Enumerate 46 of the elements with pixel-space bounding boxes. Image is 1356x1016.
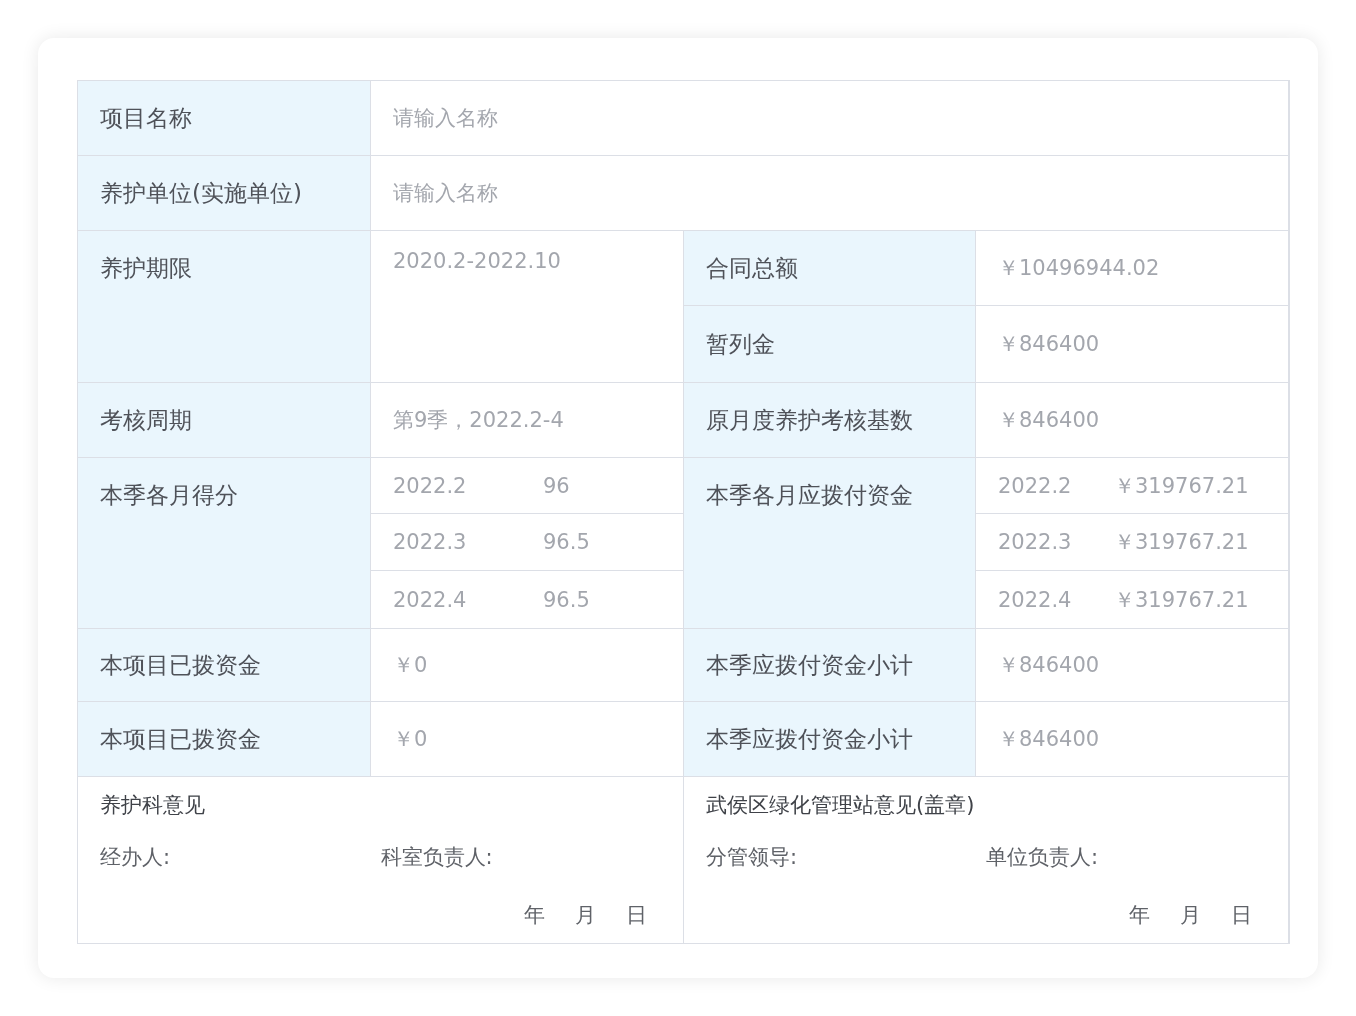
field-label: 本季各月应拨付资金 [684, 458, 975, 628]
score-text: 96.5 [543, 530, 590, 554]
field-label: 暂列金 [684, 306, 975, 382]
field-label: 养护单位(实施单位) [78, 156, 370, 230]
date-label: 月 [1180, 902, 1201, 929]
date-label: 年 [1129, 902, 1150, 929]
date-label: 年 [524, 902, 545, 929]
field-value: ￥10496944.02 [976, 231, 1288, 305]
field-label: 本季应拨付资金小计 [684, 702, 975, 776]
field-value: ￥846400 [976, 306, 1288, 382]
opinion-title: 武侯区绿化管理站意见(盖章) [706, 792, 976, 819]
opinion-title: 养护科意见 [100, 792, 206, 819]
field-value: ￥846400 [976, 629, 1288, 701]
date-label: 月 [575, 902, 596, 929]
amount-text: ￥319767.21 [1114, 529, 1249, 556]
signer-label: 单位负责人: [986, 844, 1100, 871]
field-value: ￥0 [371, 629, 683, 701]
signer-label: 分管领导: [706, 844, 799, 871]
field-label: 考核周期 [78, 383, 370, 457]
field-label: 本项目已拨资金 [78, 702, 370, 776]
field-value: ￥0 [371, 702, 683, 776]
field-value: 第9季，2022.2-4 [371, 383, 683, 457]
field-label: 合同总额 [684, 231, 975, 305]
month-text: 2022.2 [998, 473, 1073, 498]
field-label: 项目名称 [78, 81, 370, 155]
field-label: 本季各月得分 [78, 458, 370, 628]
date-label: 日 [626, 902, 647, 929]
field-value: ￥846400 [976, 702, 1288, 776]
amount-text: ￥319767.21 [1114, 472, 1249, 500]
score-text: 96.5 [543, 587, 590, 612]
signer-label: 经办人: [100, 844, 172, 871]
field-value: 2020.2-2022.10 [371, 231, 683, 382]
field-value: ￥846400 [976, 383, 1288, 457]
field-label: 本项目已拨资金 [78, 629, 370, 701]
field-label: 原月度养护考核基数 [684, 383, 975, 457]
signer-label: 科室负责人: [380, 844, 494, 871]
field-label: 养护期限 [78, 231, 370, 382]
month-text: 2022.3 [393, 530, 468, 554]
month-text: 2022.4 [998, 587, 1073, 612]
field-label: 本季应拨付资金小计 [684, 629, 975, 701]
month-text: 2022.2 [393, 473, 468, 498]
amount-text: ￥319767.21 [1114, 586, 1249, 614]
month-text: 2022.4 [393, 587, 468, 612]
month-text: 2022.3 [998, 530, 1073, 554]
score-text: 96 [543, 473, 570, 498]
date-label: 日 [1231, 902, 1252, 929]
